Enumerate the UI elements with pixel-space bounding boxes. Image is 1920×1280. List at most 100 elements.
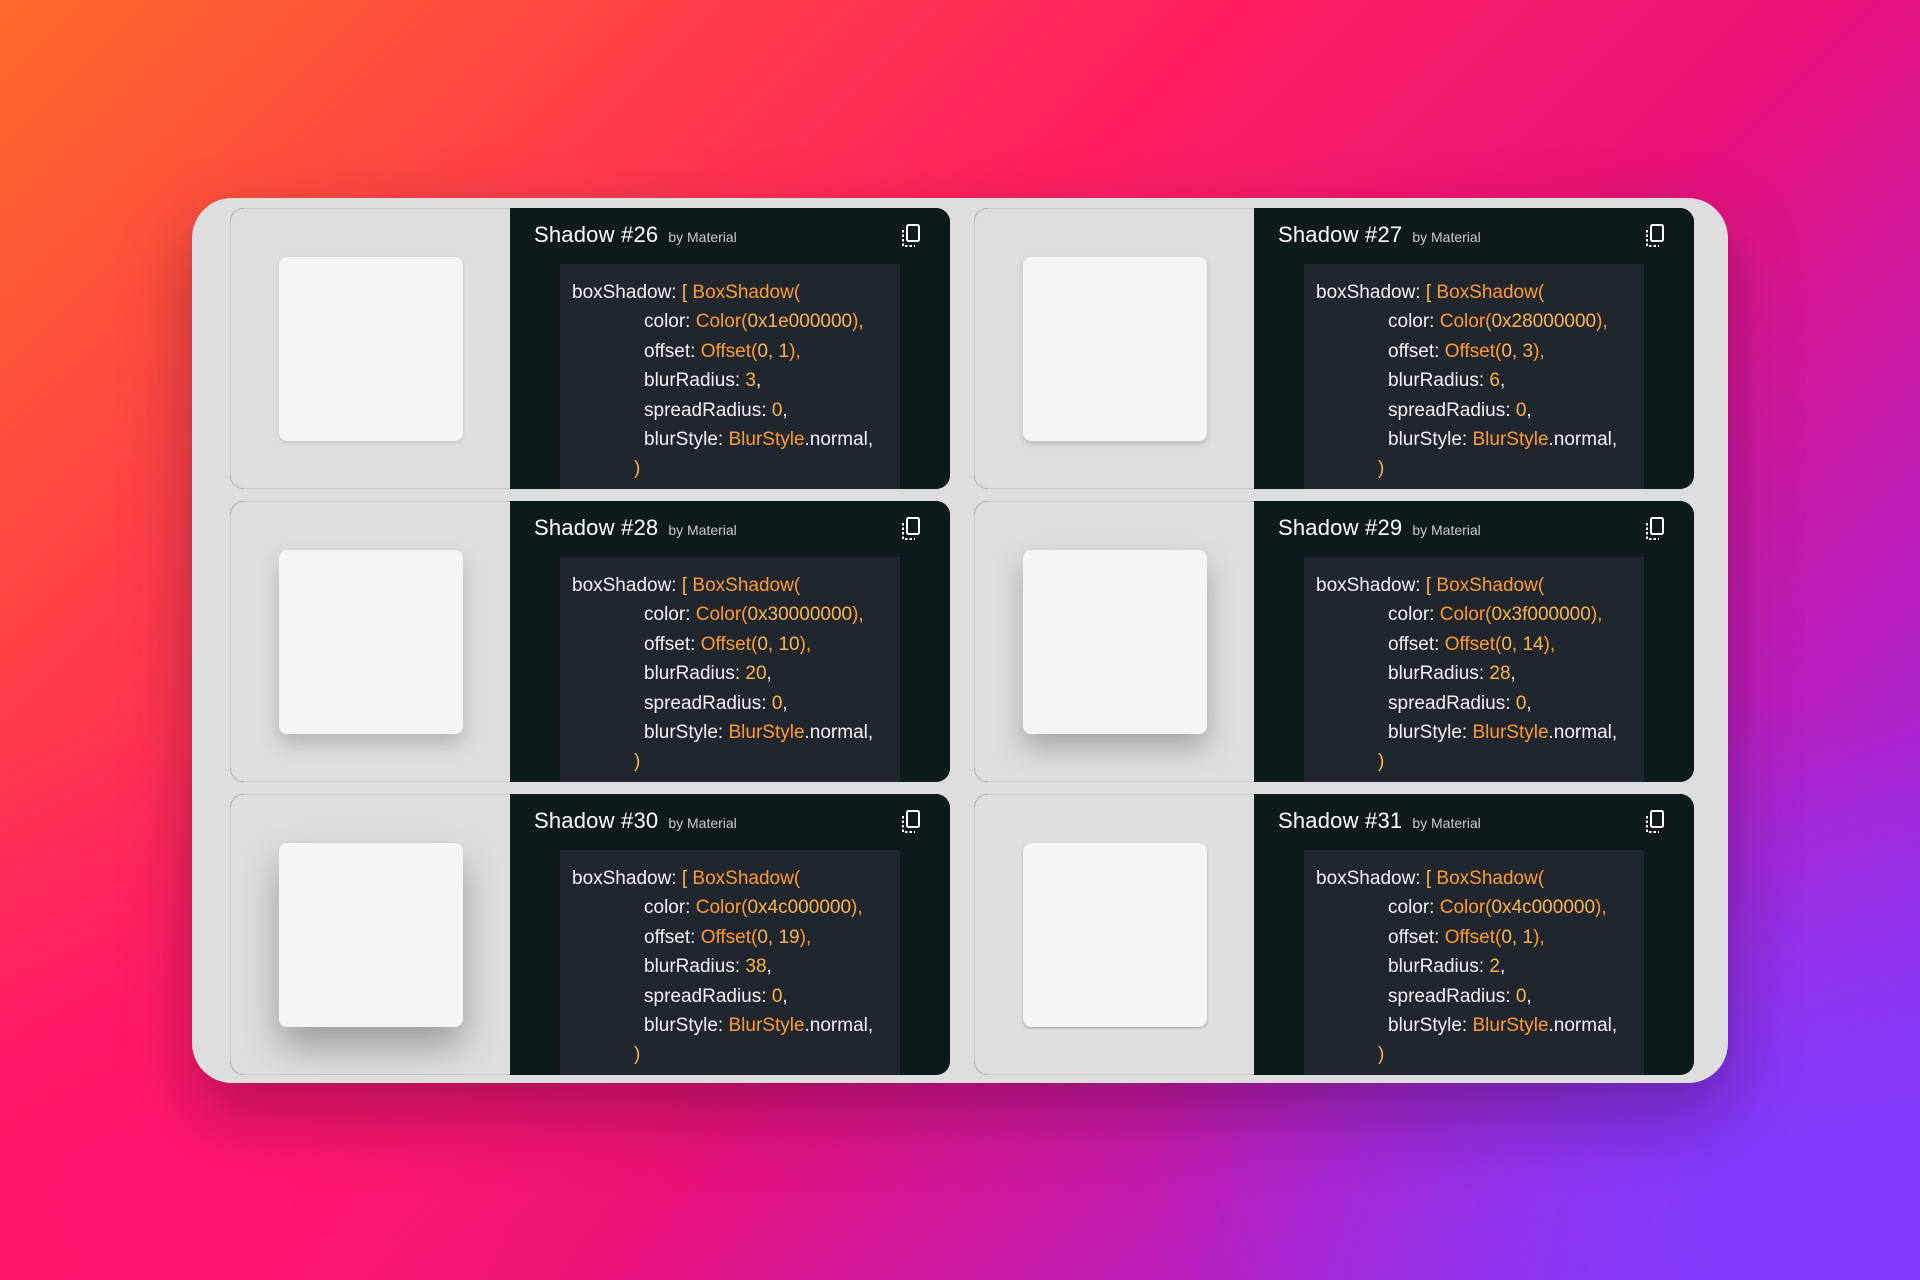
code-class: Color( — [1439, 897, 1492, 919]
copy-icon[interactable] — [898, 515, 924, 543]
code-line-spread-radius: spreadRadius: 0, — [1388, 692, 1532, 714]
shadow-code-block[interactable]: boxShadow: [ BoxShadow( color: Color(0x4… — [1304, 850, 1644, 1075]
shadow-author: by Material — [1412, 229, 1481, 245]
shadow-preview-area — [230, 501, 510, 782]
code-line-blur-radius: blurRadius: 28, — [1388, 663, 1516, 685]
code-key: blurStyle: — [1388, 722, 1468, 744]
code-line-boxshadow: boxShadow: [ BoxShadow( — [1316, 864, 1644, 893]
shadow-code-block[interactable]: boxShadow: [ BoxShadow( color: Color(0x1… — [560, 264, 900, 489]
copy-icon[interactable] — [898, 222, 924, 250]
shadow-title-row: Shadow #27 by Material — [1278, 222, 1481, 248]
copy-icon[interactable] — [1642, 808, 1668, 836]
shadow-code-panel: Shadow #30 by Material boxShadow: [ BoxS… — [510, 794, 950, 1075]
code-class: BoxShadow( — [1436, 868, 1545, 889]
code-class: Offset( — [700, 633, 758, 655]
code-spread-value: 0 — [1515, 399, 1527, 421]
code-line-blur-radius: blurRadius: 20, — [644, 663, 772, 685]
code-key: blurStyle: — [644, 429, 724, 451]
code-blur-style-value: .normal, — [1548, 722, 1618, 744]
code-spread-value: 0 — [1515, 985, 1527, 1007]
code-line-boxshadow: boxShadow: [ BoxShadow( — [1316, 571, 1644, 600]
copy-icon[interactable] — [1642, 222, 1668, 250]
code-line-offset: offset: Offset(0, 10), — [644, 633, 812, 655]
code-line-boxshadow: boxShadow: [ BoxShadow( — [572, 571, 900, 600]
shadow-card: Shadow #31 by Material boxShadow: [ BoxS… — [974, 794, 1694, 1075]
shadow-author: by Material — [668, 815, 737, 831]
code-bracket: [ — [681, 282, 688, 303]
code-class: Offset( — [1444, 340, 1502, 362]
code-key: color: — [644, 604, 691, 626]
code-line-color: color: Color(0x4c000000), — [1388, 897, 1607, 919]
code-class: BlurStyle — [728, 1015, 805, 1037]
code-key: color: — [1388, 311, 1435, 333]
shadow-code-block[interactable]: boxShadow: [ BoxShadow( color: Color(0x2… — [1304, 264, 1644, 489]
code-line-close: ) — [572, 747, 900, 776]
code-blur-value: 6 — [1489, 370, 1500, 392]
code-key: offset: — [1388, 926, 1440, 948]
code-key: offset: — [644, 633, 696, 655]
code-key: blurRadius: — [1388, 663, 1485, 685]
shadow-code-block[interactable]: boxShadow: [ BoxShadow( color: Color(0x3… — [1304, 557, 1644, 782]
code-close-paren: ) — [634, 458, 641, 480]
code-close-paren: ) — [1378, 1044, 1385, 1066]
shadow-author: by Material — [1412, 815, 1481, 831]
code-bracket: [ — [681, 868, 688, 889]
shadow-author: by Material — [668, 522, 737, 538]
code-key: spreadRadius: — [1388, 399, 1511, 421]
code-key: blurStyle: — [644, 1015, 724, 1037]
code-key: spreadRadius: — [644, 985, 767, 1007]
code-line-close: ) — [572, 1040, 900, 1069]
code-line-offset: offset: Offset(0, 14), — [1388, 633, 1556, 655]
shadow-title: Shadow #29 — [1278, 515, 1403, 540]
shadow-author: by Material — [1412, 522, 1481, 538]
shadow-title-row: Shadow #28 by Material — [534, 515, 737, 541]
code-line-blur-radius: blurRadius: 3, — [644, 370, 762, 392]
code-key: offset: — [644, 340, 696, 362]
code-color-value: 0x4c000000 — [1491, 897, 1596, 919]
code-color-value: 0x3f000000 — [1491, 604, 1591, 626]
code-class: Color( — [1439, 604, 1492, 626]
code-class: BlurStyle — [728, 429, 805, 451]
code-key: color: — [644, 897, 691, 919]
shadow-code-block[interactable]: boxShadow: [ BoxShadow( color: Color(0x3… — [560, 557, 900, 782]
code-key: spreadRadius: — [644, 399, 767, 421]
copy-icon[interactable] — [898, 808, 924, 836]
code-line-spread-radius: spreadRadius: 0, — [1388, 399, 1532, 421]
code-key: spreadRadius: — [1388, 985, 1511, 1007]
shadow-code-block[interactable]: boxShadow: [ BoxShadow( color: Color(0x4… — [560, 850, 900, 1075]
shadow-card: Shadow #26 by Material boxShadow: [ BoxS… — [230, 208, 950, 489]
code-key: blurRadius: — [1388, 956, 1485, 978]
code-line-blur-style: blurStyle: BlurStyle.normal, — [572, 425, 900, 454]
code-class: BlurStyle — [1472, 1015, 1549, 1037]
shadow-author: by Material — [668, 229, 737, 245]
copy-icon-glyph — [902, 224, 920, 247]
shadow-gallery-panel: Shadow #26 by Material boxShadow: [ BoxS… — [192, 198, 1728, 1083]
shadow-preview-box — [278, 256, 463, 441]
copy-icon-glyph — [1646, 810, 1664, 833]
shadow-code-panel: Shadow #26 by Material boxShadow: [ BoxS… — [510, 208, 950, 489]
code-class: BlurStyle — [728, 722, 805, 744]
shadow-title: Shadow #31 — [1278, 808, 1403, 833]
code-key: boxShadow: — [572, 282, 677, 303]
shadow-preview-box — [278, 842, 463, 1027]
shadow-preview-area — [974, 794, 1254, 1075]
code-class: BoxShadow( — [692, 282, 801, 303]
shadow-title: Shadow #28 — [534, 515, 659, 540]
copy-icon[interactable] — [1642, 515, 1668, 543]
copy-icon-glyph — [1646, 517, 1664, 540]
shadow-preview-area — [974, 501, 1254, 782]
code-offset-value: 0, 14 — [1501, 633, 1544, 655]
shadow-preview-area — [230, 208, 510, 489]
shadow-title-row: Shadow #31 by Material — [1278, 808, 1481, 834]
code-class: Color( — [695, 897, 748, 919]
shadow-card: Shadow #27 by Material boxShadow: [ BoxS… — [974, 208, 1694, 489]
code-offset-value: 0, 1 — [1501, 926, 1534, 948]
code-offset-value: 0, 1 — [757, 340, 790, 362]
code-blur-value: 38 — [745, 956, 767, 978]
code-spread-value: 0 — [771, 399, 783, 421]
shadow-card: Shadow #30 by Material boxShadow: [ BoxS… — [230, 794, 950, 1075]
shadow-title: Shadow #30 — [534, 808, 659, 833]
code-line-offset: offset: Offset(0, 19), — [644, 926, 812, 948]
code-close-paren: ) — [1378, 751, 1385, 773]
code-line-close: ) — [1316, 747, 1644, 776]
